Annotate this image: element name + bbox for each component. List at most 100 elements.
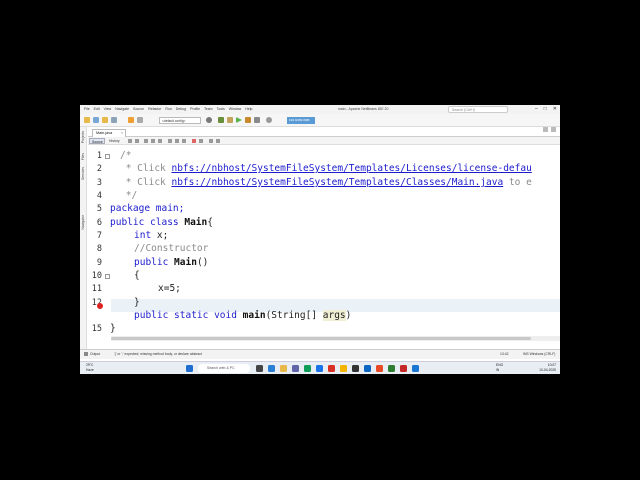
status-bar: Output '{' or ';' expected; missing meth…: [80, 349, 560, 359]
app-icon[interactable]: [388, 365, 395, 372]
edge-icon[interactable]: [316, 365, 323, 372]
code-line: * Click nbfs://nbhost/SystemFileSystem/T…: [120, 163, 532, 174]
start-icon[interactable]: [186, 365, 193, 372]
search-input[interactable]: Search (Ctrl+I): [448, 106, 508, 113]
app-icon[interactable]: [328, 365, 335, 372]
services-panel-tab[interactable]: Services: [81, 167, 85, 180]
find-icon[interactable]: [144, 139, 148, 143]
language-code: ENG: [496, 363, 504, 367]
comment-icon[interactable]: [209, 139, 213, 143]
debug-icon[interactable]: [245, 117, 251, 123]
shift-left-icon[interactable]: [175, 139, 179, 143]
task-view-icon[interactable]: [256, 365, 263, 372]
teams-icon[interactable]: [292, 365, 299, 372]
paren-close: ): [345, 310, 352, 321]
keyword: public class: [110, 217, 185, 228]
clean-build-icon[interactable]: [227, 117, 233, 123]
build-hammer-icon[interactable]: [218, 117, 224, 123]
menu-run[interactable]: Run: [165, 107, 171, 111]
tab-main-java[interactable]: Main.java ×: [92, 129, 126, 137]
netbeans-icon[interactable]: [412, 365, 419, 372]
run-icon[interactable]: [236, 117, 242, 123]
error-icon[interactable]: [97, 303, 103, 309]
app-icon[interactable]: [340, 365, 347, 372]
code-line: {: [134, 270, 140, 281]
code-line: /*: [120, 150, 132, 161]
navigator-panel-tab[interactable]: Navigator: [81, 215, 85, 230]
keyword: int: [134, 230, 152, 241]
menu-tools[interactable]: Tools: [217, 107, 225, 111]
language-indicator[interactable]: ENG IN: [496, 363, 503, 372]
chrome-icon[interactable]: [304, 365, 311, 372]
window-title: main - Apache NetBeans IDE 20: [338, 107, 389, 111]
file-explorer-icon[interactable]: [280, 365, 287, 372]
line-number: 7: [96, 231, 102, 241]
menu-source[interactable]: Source: [133, 107, 144, 111]
scrollbar-thumb[interactable]: [111, 337, 531, 340]
param-name: args: [322, 310, 346, 321]
app-icon[interactable]: [352, 365, 359, 372]
projects-panel-tab[interactable]: Projects: [81, 131, 85, 143]
template-link[interactable]: nbfs://nbhost/SystemFileSystem/Templates…: [171, 163, 531, 174]
files-panel-tab[interactable]: Files: [81, 153, 85, 160]
brace: {: [207, 217, 213, 228]
profile-icon[interactable]: [254, 117, 260, 123]
source-tab[interactable]: Source: [89, 138, 105, 144]
menu-team[interactable]: Team: [204, 107, 213, 111]
horizontal-scrollbar[interactable]: [111, 336, 560, 341]
class-name: Main: [184, 217, 208, 228]
new-file-icon[interactable]: [84, 117, 90, 123]
redo-icon[interactable]: [137, 117, 143, 123]
uncomment-icon[interactable]: [216, 139, 220, 143]
code-line: x=5;: [158, 283, 181, 294]
fold-toggle-icon[interactable]: [105, 154, 110, 159]
menu-navigate[interactable]: Navigate: [115, 107, 129, 111]
menu-window[interactable]: Window: [229, 107, 241, 111]
find-next-icon[interactable]: [158, 139, 162, 143]
fold-toggle-icon[interactable]: [105, 274, 110, 279]
output-tab[interactable]: Output: [90, 352, 100, 356]
config-select[interactable]: <default config>: [159, 117, 201, 124]
screen: File Edit View Navigate Source Refactor …: [80, 105, 560, 374]
taskbar-search[interactable]: Search web & PC: [198, 364, 250, 373]
menu-debug[interactable]: Debug: [176, 107, 186, 111]
code-editor[interactable]: 1 2 3 4 5 6 7 8 9 10 11 12 15 /* * Click…: [88, 146, 560, 343]
memory-indicator[interactable]: 190.0/283.0MB: [287, 117, 315, 124]
menu-help[interactable]: Help: [245, 107, 252, 111]
history-tab[interactable]: History: [107, 138, 124, 144]
line-number: 9: [96, 258, 102, 268]
maximize-button[interactable]: □: [544, 106, 547, 112]
weather-widget[interactable]: 29°C Haze: [86, 363, 94, 372]
app-icon[interactable]: [400, 365, 407, 372]
menu-file[interactable]: File: [84, 107, 90, 111]
app-icon[interactable]: [376, 365, 383, 372]
undo-icon[interactable]: [128, 117, 134, 123]
macro-stop-icon[interactable]: [199, 139, 203, 143]
app-icon[interactable]: [364, 365, 371, 372]
menu-view[interactable]: View: [104, 107, 112, 111]
menu-refactor[interactable]: Refactor: [148, 107, 161, 111]
close-button[interactable]: ✕: [553, 106, 557, 112]
toggle-bookmark-icon[interactable]: [168, 139, 172, 143]
forward-icon[interactable]: [135, 139, 139, 143]
new-project-icon[interactable]: [93, 117, 99, 123]
template-link[interactable]: nbfs://nbhost/SystemFileSystem/Templates…: [171, 177, 503, 188]
widgets-icon[interactable]: [268, 365, 275, 372]
save-all-icon[interactable]: [111, 117, 117, 123]
menu-profile[interactable]: Profile: [190, 107, 200, 111]
close-tab-icon[interactable]: ×: [121, 131, 123, 135]
field-decl: x;: [151, 230, 169, 241]
config-gear-icon[interactable]: [206, 117, 212, 123]
find-prev-icon[interactable]: [151, 139, 155, 143]
side-panel-strip: Projects Files Services Navigator: [80, 127, 87, 349]
macro-record-icon[interactable]: [192, 139, 196, 143]
shift-right-icon[interactable]: [182, 139, 186, 143]
open-project-icon[interactable]: [102, 117, 108, 123]
line-number: 5: [96, 204, 102, 214]
menu-edit[interactable]: Edit: [94, 107, 100, 111]
minimize-button[interactable]: –: [535, 106, 538, 112]
back-icon[interactable]: [128, 139, 132, 143]
line-number: 11: [91, 284, 102, 294]
system-clock[interactable]: 10:07 10-04-2025: [539, 363, 556, 372]
settings-icon[interactable]: [266, 117, 272, 123]
